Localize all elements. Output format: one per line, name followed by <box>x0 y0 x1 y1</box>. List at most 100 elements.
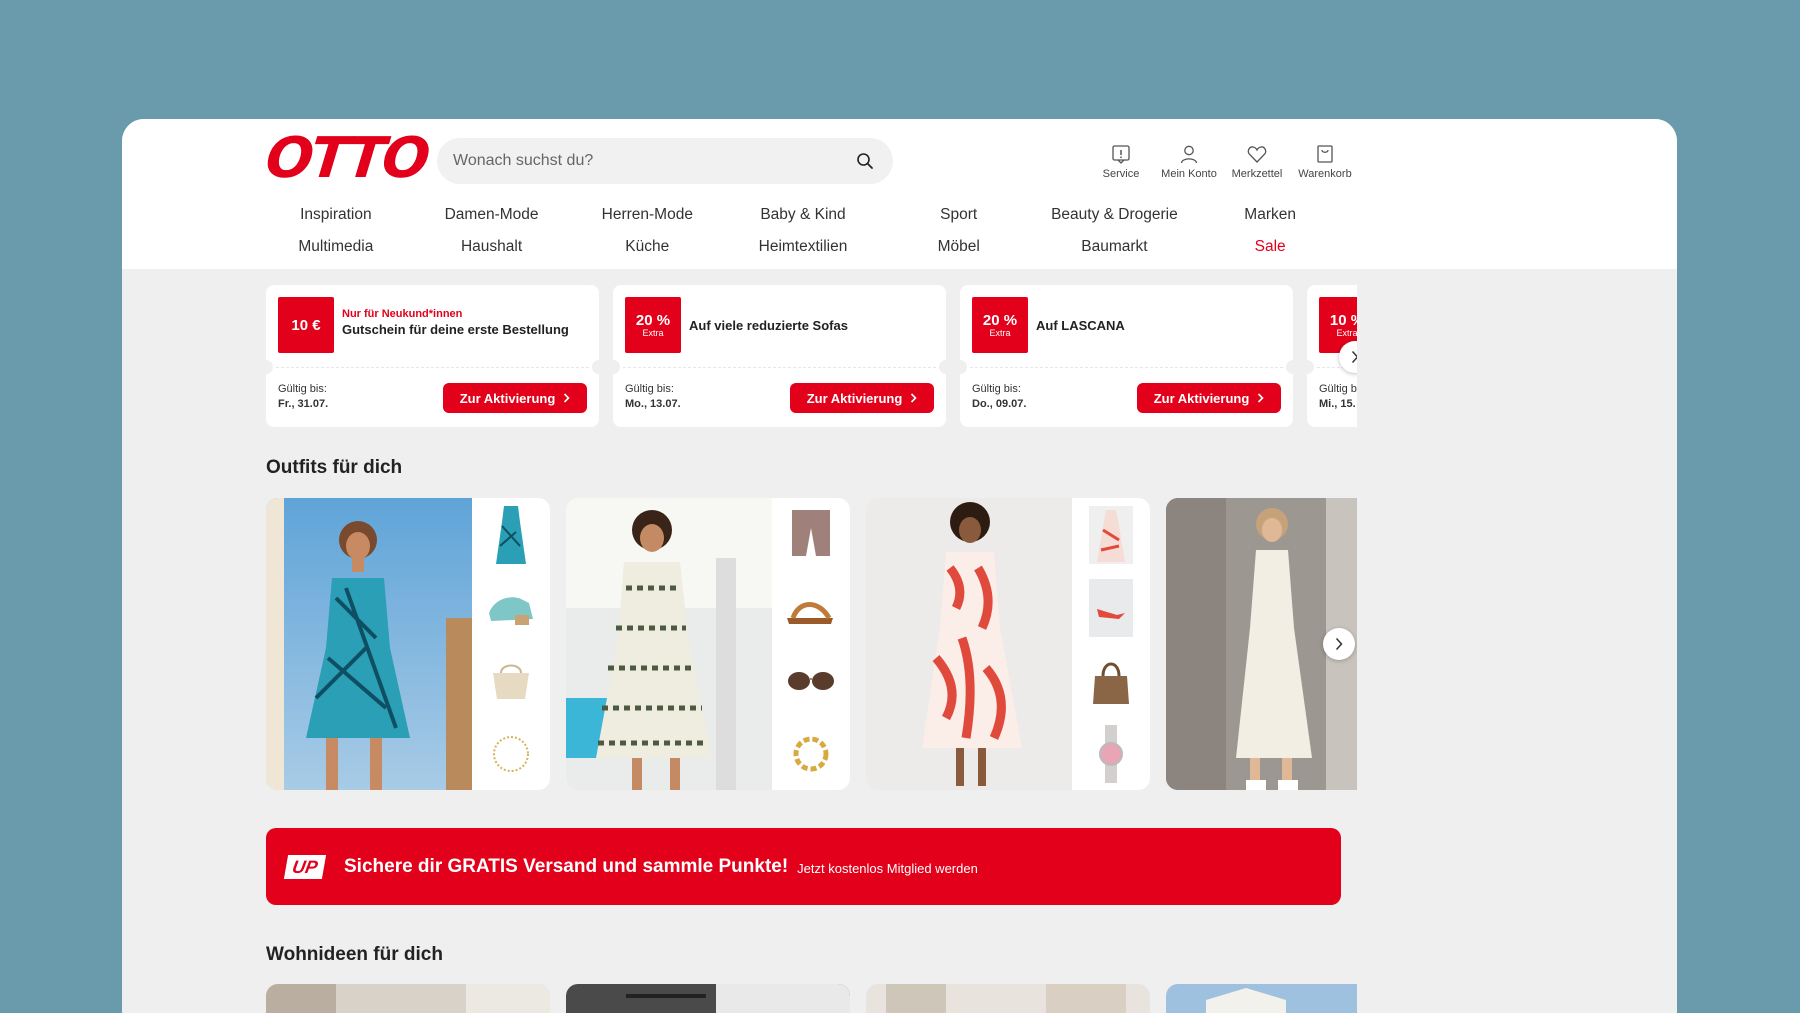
coupon-valid-label: Gültig bis: <box>972 383 1021 395</box>
outfits-carousel <box>266 498 1357 790</box>
necklace-thumbnail[interactable] <box>485 725 537 783</box>
outfits-section-title: Outfits für dich <box>266 457 403 478</box>
wohnideen-carousel <box>266 984 1357 1013</box>
nav-item-kueche[interactable]: Küche <box>569 235 725 258</box>
shorts-thumbnail[interactable] <box>785 506 837 564</box>
cart-button[interactable]: Warenkorb <box>1296 143 1354 180</box>
wohnideen-photo <box>266 984 550 1013</box>
coupon-notch <box>592 360 606 374</box>
nav-item-beauty-drogerie[interactable]: Beauty & Drogerie <box>1037 203 1193 226</box>
coupon-valid-date: Fr., 31.07. <box>278 398 329 410</box>
search-input[interactable] <box>453 152 853 170</box>
service-label: Service <box>1102 168 1140 180</box>
nav-item-sale[interactable]: Sale <box>1192 235 1348 258</box>
activate-coupon-button[interactable]: Zur Aktivierung <box>443 383 587 413</box>
coupon-card: 20 % Extra Auf LASCANA Gültig bis: Do., … <box>953 285 1300 427</box>
coupon-badge-value: 10 % <box>1329 311 1357 329</box>
outfit-card[interactable] <box>566 498 850 790</box>
coupon-divider <box>276 367 589 368</box>
cart-label: Warenkorb <box>1298 168 1352 180</box>
chevron-right-icon <box>1258 393 1264 403</box>
search-icon[interactable] <box>853 149 877 173</box>
coupon-text: Nur für Neukund*innen Gutschein für dein… <box>342 307 589 339</box>
up-banner-subtext: Jetzt kostenlos Mitglied werden <box>797 861 978 876</box>
heart-icon <box>1247 146 1267 163</box>
nav-item-moebel[interactable]: Möbel <box>881 235 1037 258</box>
otto-logo[interactable]: OTTO <box>262 126 431 191</box>
coupon-text: Auf LASCANA <box>1036 317 1283 335</box>
coupon-badge: 20 % Extra <box>625 297 681 353</box>
dress-thumbnail[interactable] <box>485 505 537 564</box>
coupon-carousel: 10 € Nur für Neukund*innen Gutschein für… <box>266 285 1357 427</box>
handbag-thumbnail[interactable] <box>1085 652 1137 710</box>
nav-item-herren-mode[interactable]: Herren-Mode <box>569 203 725 226</box>
bracelet-thumbnail[interactable] <box>785 725 837 783</box>
outfits-next-button[interactable] <box>1323 628 1355 660</box>
activate-coupon-button[interactable]: Zur Aktivierung <box>790 383 934 413</box>
coupon-notch <box>266 360 273 374</box>
coupon-title: Auf viele reduzierte Sofas <box>689 318 848 333</box>
coupon-card: 20 % Extra Auf viele reduzierte Sofas Gü… <box>606 285 953 427</box>
nav-item-damen-mode[interactable]: Damen-Mode <box>414 203 570 226</box>
up-membership-banner[interactable]: UP Sichere dir GRATIS Versand und sammle… <box>266 828 1341 905</box>
coupon-valid-date: Mo., 13.07. <box>625 398 681 410</box>
nav-item-sport[interactable]: Sport <box>881 203 1037 226</box>
logo-text: OTTO <box>262 126 431 191</box>
activate-coupon-button[interactable]: Zur Aktivierung <box>1137 383 1281 413</box>
coupon-badge-sub: Extra <box>989 327 1011 338</box>
cart-icon <box>1317 145 1333 163</box>
coupon-badge: 10 € <box>278 297 334 353</box>
watch-thumbnail[interactable] <box>1085 724 1137 783</box>
outfit-photo <box>566 498 772 790</box>
sandals-thumbnail[interactable] <box>485 579 537 637</box>
coupon-divider <box>970 367 1283 368</box>
category-nav: Inspiration Damen-Mode Herren-Mode Baby … <box>258 203 1348 258</box>
coupon-title: Gutschein für deine erste Bestellung <box>342 322 569 337</box>
wishlist-button[interactable]: Merkzettel <box>1228 143 1286 180</box>
activate-coupon-label: Zur Aktivierung <box>1153 390 1250 406</box>
coupon-badge-sub: Extra <box>1336 327 1357 338</box>
wohnideen-card[interactable] <box>1166 984 1357 1013</box>
activate-coupon-label: Zur Aktivierung <box>806 390 903 406</box>
outfit-thumbnails <box>472 498 550 790</box>
account-button[interactable]: Mein Konto <box>1160 143 1218 180</box>
bag-thumbnail[interactable] <box>485 652 537 710</box>
wohnideen-card[interactable] <box>866 984 1150 1013</box>
site-header: OTTO Service Mein Konto Merkzettel <box>122 119 1677 269</box>
coupon-notch <box>1286 360 1300 374</box>
wohnideen-card[interactable] <box>266 984 550 1013</box>
search-bar <box>437 138 893 184</box>
outfit-card[interactable] <box>266 498 550 790</box>
nav-item-heimtextilien[interactable]: Heimtextilien <box>725 235 881 258</box>
shoes-thumbnail[interactable] <box>1085 578 1137 637</box>
chevron-right-icon <box>1335 637 1343 651</box>
browser-window: OTTO Service Mein Konto Merkzettel <box>122 119 1677 1013</box>
wohnideen-section-title: Wohnideen für dich <box>266 944 443 965</box>
outfit-card[interactable] <box>866 498 1150 790</box>
info-icon <box>1112 145 1130 164</box>
service-button[interactable]: Service <box>1092 143 1150 180</box>
wohnideen-card[interactable] <box>566 984 850 1013</box>
wishlist-label: Merkzettel <box>1231 168 1283 180</box>
nav-item-multimedia[interactable]: Multimedia <box>258 235 414 258</box>
dress-thumbnail[interactable] <box>1085 505 1137 564</box>
coupon-notch <box>606 360 620 374</box>
nav-item-inspiration[interactable]: Inspiration <box>258 203 414 226</box>
sunglasses-thumbnail[interactable] <box>785 652 837 710</box>
nav-item-baumarkt[interactable]: Baumarkt <box>1037 235 1193 258</box>
wohnideen-photo <box>1166 984 1357 1013</box>
nav-item-haushalt[interactable]: Haushalt <box>414 235 570 258</box>
up-banner-headline: Sichere dir GRATIS Versand und sammle Pu… <box>344 855 789 877</box>
coupon-badge-sub: Extra <box>642 327 664 338</box>
coupon-badge: 20 % Extra <box>972 297 1028 353</box>
nav-item-marken[interactable]: Marken <box>1192 203 1348 226</box>
coupon-validity: Gültig bis: Fr., 31.07. <box>278 382 328 412</box>
coupon-kicker: Nur für Neukund*innen <box>342 308 463 320</box>
coupon-valid-date: Do., 09.07. <box>972 398 1027 410</box>
coupon-valid-label: Gültig bis: <box>625 383 674 395</box>
activate-coupon-label: Zur Aktivierung <box>459 390 556 406</box>
nav-item-baby-kind[interactable]: Baby & Kind <box>725 203 881 226</box>
sandals-thumbnail[interactable] <box>785 579 837 637</box>
outfit-thumbnails <box>1072 498 1150 790</box>
coupon-divider <box>623 367 936 368</box>
